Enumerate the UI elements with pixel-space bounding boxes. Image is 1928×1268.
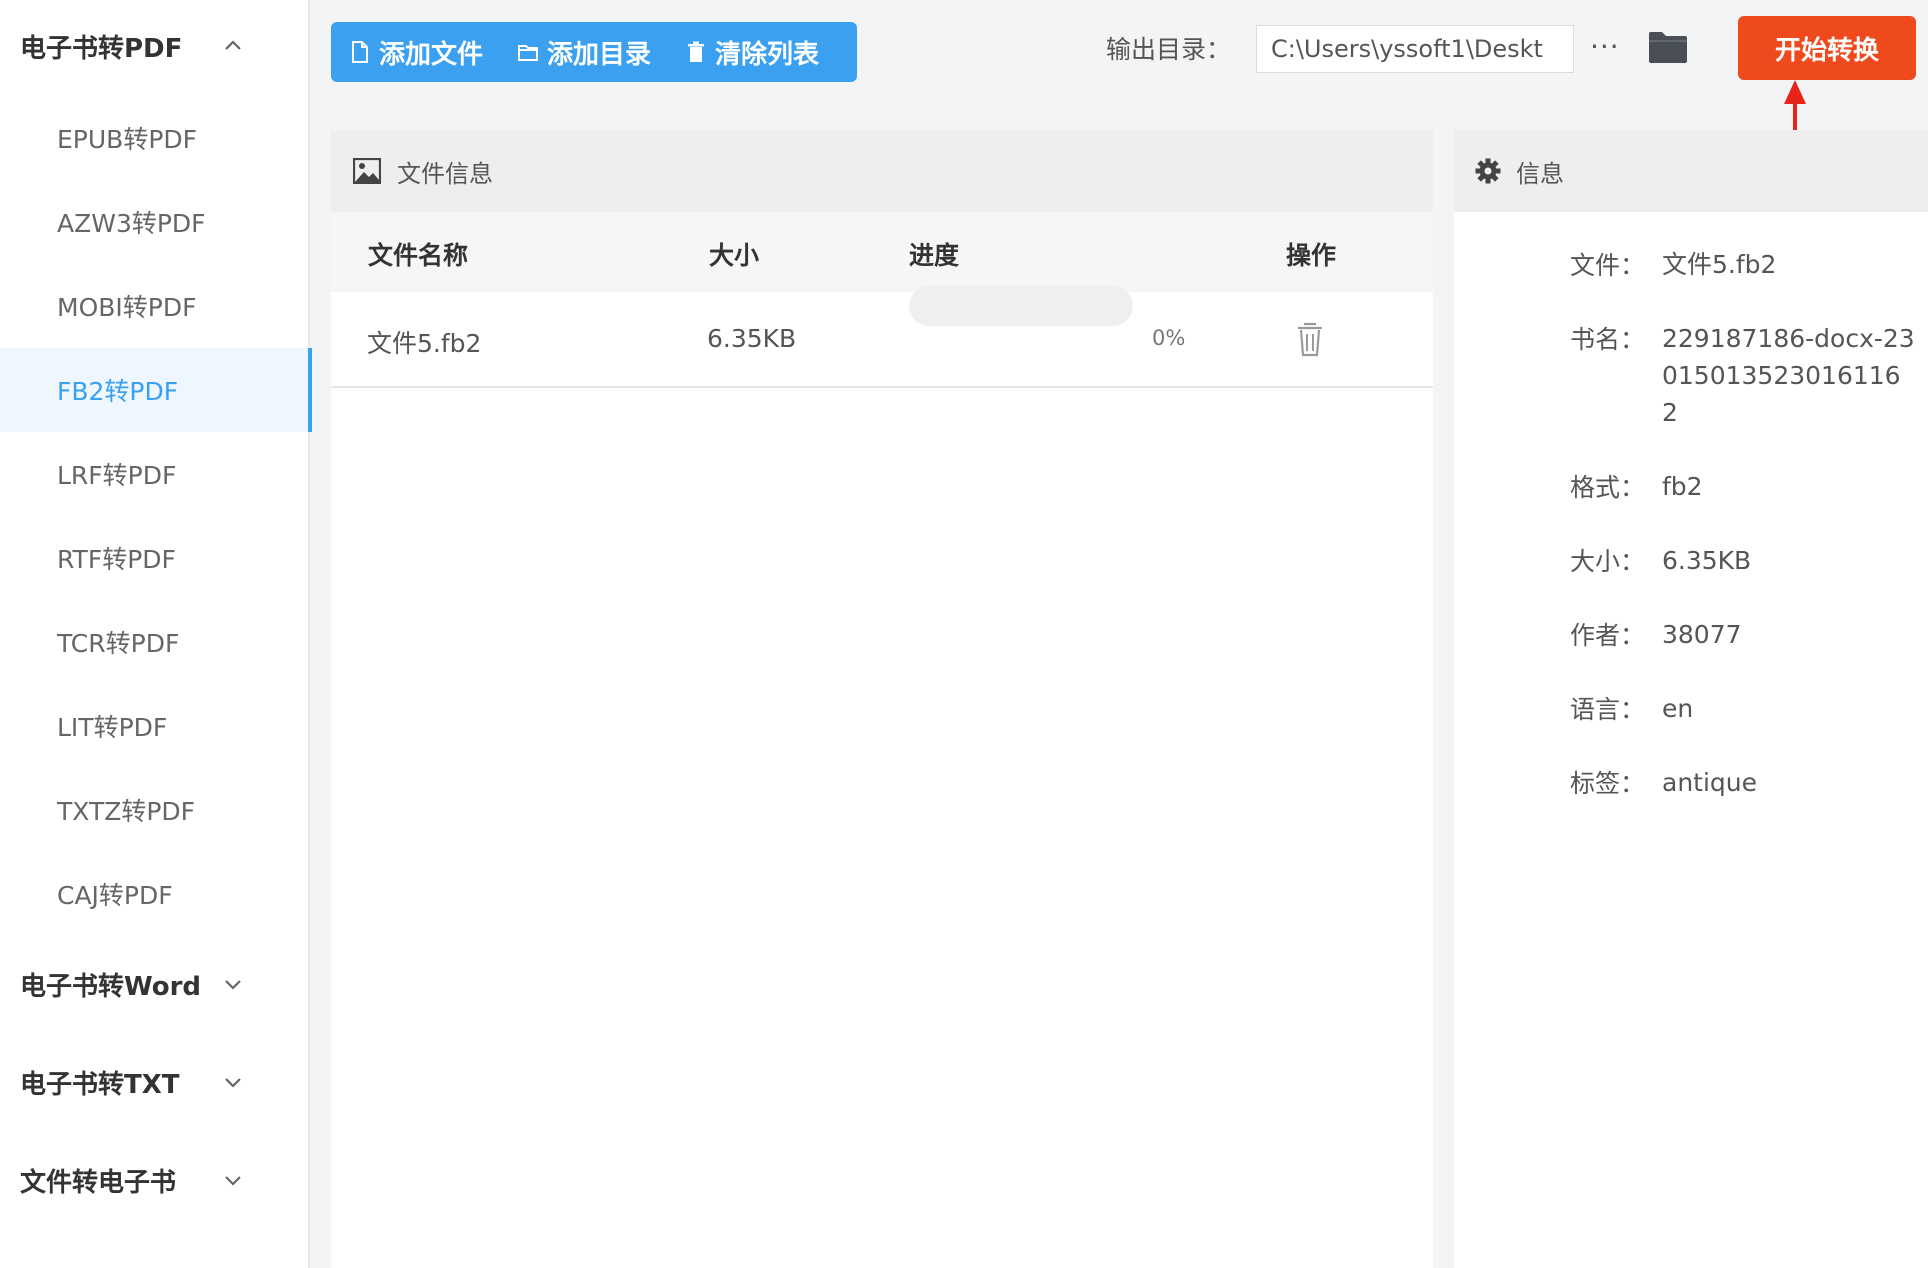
add-file-label: 添加文件 <box>379 39 484 70</box>
sidebar-item-label: LRF转PDF <box>57 461 177 490</box>
info-value: 38077 <box>1662 620 1742 649</box>
image-icon <box>353 158 381 184</box>
info-value: en <box>1662 694 1694 723</box>
sidebar-item-caj-to-pdf[interactable]: CAJ转PDF <box>0 852 310 936</box>
file-table-header: 文件名称 大小 进度 操作 <box>331 212 1433 292</box>
sidebar-item-fb2-to-pdf[interactable]: FB2转PDF <box>0 348 312 432</box>
sidebar-group-ebook-to-txt[interactable]: 电子书转TXT <box>0 1042 310 1122</box>
info-key: 标签： <box>1570 769 1646 798</box>
sidebar-item-label: EPUB转PDF <box>57 125 198 154</box>
chevron-down-icon <box>222 1071 244 1093</box>
file-name-cell: 文件5.fb2 <box>367 329 482 358</box>
start-convert-button[interactable]: 开始转换 <box>1738 16 1916 80</box>
sidebar-item-lrf-to-pdf[interactable]: LRF转PDF <box>0 432 310 516</box>
info-key: 格式： <box>1570 473 1646 502</box>
folder-outline-icon <box>517 40 539 64</box>
info-key: 书名： <box>1570 325 1646 354</box>
sidebar-item-label: TXTZ转PDF <box>57 797 196 826</box>
sidebar-item-epub-to-pdf[interactable]: EPUB转PDF <box>0 96 310 180</box>
info-value: fb2 <box>1662 472 1703 501</box>
info-value: antique <box>1662 768 1758 797</box>
info-panel: 信息 文件： 文件5.fb2 书名： 229187186-docx-230150… <box>1454 130 1928 1268</box>
output-directory-input[interactable] <box>1256 25 1574 73</box>
info-value: 229187186-docx-23015013523016116 2 <box>1662 324 1915 427</box>
info-panel-title: 信息 <box>1516 159 1564 188</box>
info-value: 文件5.fb2 <box>1662 250 1777 279</box>
file-panel-title: 文件信息 <box>397 159 493 188</box>
sidebar-group-label: 文件转电子书 <box>20 1167 177 1198</box>
folder-icon[interactable] <box>1648 30 1688 64</box>
table-row[interactable]: 文件5.fb2 6.35KB 0% <box>331 292 1433 388</box>
browse-more-button[interactable]: ··· <box>1590 30 1620 63</box>
progress-bar <box>909 286 1133 326</box>
sidebar-group-label: 电子书转Word <box>20 971 202 1002</box>
delete-row-trash-icon[interactable] <box>1295 320 1325 358</box>
sidebar-item-tcr-to-pdf[interactable]: TCR转PDF <box>0 600 310 684</box>
info-value: 6.35KB <box>1662 546 1752 575</box>
sidebar-group-label: 电子书转TXT <box>20 1069 180 1100</box>
chevron-down-icon <box>222 1169 244 1191</box>
sidebar-group-ebook-to-pdf[interactable]: 电子书转PDF <box>0 6 310 86</box>
sidebar-group-file-to-ebook[interactable]: 文件转电子书 <box>0 1140 310 1220</box>
chevron-up-icon <box>222 35 244 57</box>
file-panel: 文件信息 文件名称 大小 进度 操作 文件5.fb2 6.35KB 0% <box>331 130 1433 1268</box>
column-header-size: 大小 <box>709 241 760 270</box>
sidebar-item-label: AZW3转PDF <box>57 209 206 238</box>
sidebar: 电子书转PDF EPUB转PDF AZW3转PDF MOBI转PDF FB2转P… <box>0 0 312 1268</box>
info-panel-header: 信息 <box>1454 130 1928 212</box>
info-key: 语言： <box>1570 695 1646 724</box>
clear-list-label: 清除列表 <box>715 39 820 70</box>
sidebar-item-label: FB2转PDF <box>57 377 179 406</box>
info-key: 文件： <box>1570 251 1646 280</box>
sidebar-item-label: RTF转PDF <box>57 545 176 574</box>
progress-percent: 0% <box>1152 326 1186 350</box>
sidebar-item-azw3-to-pdf[interactable]: AZW3转PDF <box>0 180 310 264</box>
add-directory-label: 添加目录 <box>547 39 652 70</box>
column-header-action: 操作 <box>1286 241 1337 270</box>
add-file-button[interactable]: 添加文件 <box>349 34 483 71</box>
clear-list-button[interactable]: 清除列表 <box>685 34 819 71</box>
info-key: 作者： <box>1570 621 1646 650</box>
output-directory-label: 输出目录： <box>1106 35 1232 64</box>
sidebar-item-label: MOBI转PDF <box>57 293 197 322</box>
sidebar-item-label: CAJ转PDF <box>57 881 173 910</box>
file-panel-header: 文件信息 <box>331 130 1433 212</box>
trash-icon <box>685 40 707 64</box>
sidebar-item-mobi-to-pdf[interactable]: MOBI转PDF <box>0 264 310 348</box>
chevron-down-icon <box>222 973 244 995</box>
gear-icon <box>1474 157 1502 185</box>
add-directory-button[interactable]: 添加目录 <box>517 34 651 71</box>
sidebar-item-lit-to-pdf[interactable]: LIT转PDF <box>0 684 310 768</box>
toolbar-button-group: 添加文件 添加目录 清除列表 <box>331 22 857 82</box>
file-size-cell: 6.35KB <box>707 324 797 353</box>
column-header-name: 文件名称 <box>368 241 469 270</box>
sidebar-group-label: 电子书转PDF <box>20 33 183 64</box>
sidebar-item-txtz-to-pdf[interactable]: TXTZ转PDF <box>0 768 310 852</box>
column-header-progress: 进度 <box>909 241 960 270</box>
info-key: 大小： <box>1570 547 1646 576</box>
sidebar-item-rtf-to-pdf[interactable]: RTF转PDF <box>0 516 310 600</box>
file-icon <box>349 40 371 64</box>
sidebar-group-ebook-to-word[interactable]: 电子书转Word <box>0 944 310 1024</box>
sidebar-item-label: TCR转PDF <box>57 629 180 658</box>
sidebar-item-label: LIT转PDF <box>57 713 168 742</box>
